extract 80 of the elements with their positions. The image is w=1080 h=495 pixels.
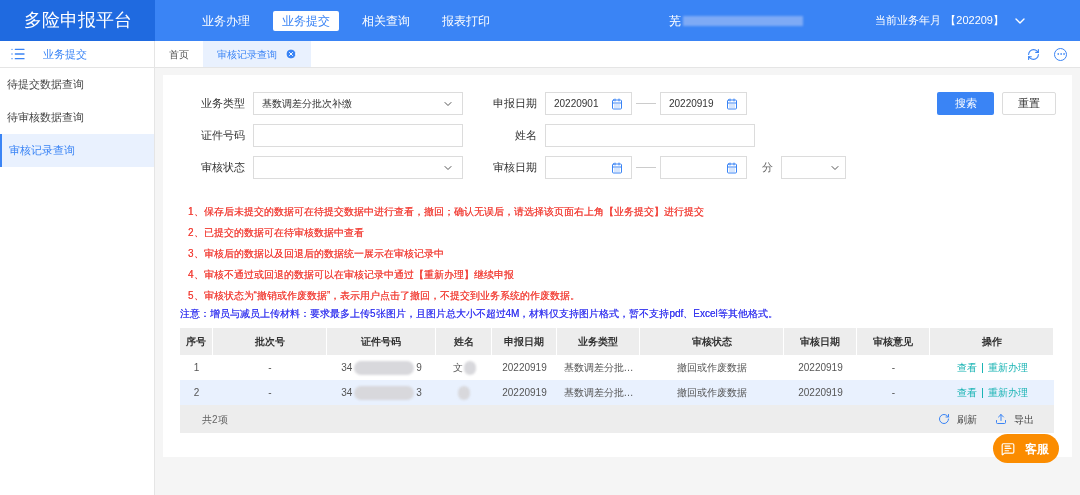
- sidebar-title: 业务提交: [43, 46, 87, 62]
- refresh-icon[interactable]: [1027, 47, 1040, 61]
- calendar-icon: [611, 97, 623, 110]
- note-text: 4、审核不通过或回退的数据可以在审核记录中通过【重新办理】继续申报: [188, 268, 514, 282]
- nav-tab[interactable]: 相关查询: [353, 10, 419, 31]
- reset-button[interactable]: 重置: [1002, 92, 1056, 115]
- table-cell-text: 文: [452, 361, 463, 375]
- field-label: 申报日期: [492, 96, 537, 112]
- input-field[interactable]: [253, 124, 463, 147]
- chat-icon: [1001, 441, 1015, 456]
- nav-tab[interactable]: 业务提交: [273, 10, 339, 31]
- table-cell-text: 20220919: [502, 361, 547, 375]
- table-cell-text: -: [891, 386, 896, 400]
- table-cell-text: 撤回或作废数据: [677, 361, 747, 375]
- table-cell-text: 34: [341, 386, 353, 400]
- table-cell-text: 20220919: [798, 361, 843, 375]
- export-control[interactable]: 导出: [995, 411, 1034, 427]
- table-cell-text: 9: [416, 361, 422, 375]
- table-cell-text: 基数调差分批…: [563, 361, 634, 375]
- total-count: 共2项: [202, 412, 228, 427]
- calendar-icon: [611, 161, 623, 174]
- field-label: 审核状态: [200, 160, 245, 176]
- nav-tab[interactable]: 报表打印: [433, 10, 499, 31]
- date-field[interactable]: [660, 156, 747, 179]
- customer-service-button[interactable]: 客服: [993, 434, 1059, 463]
- sidebar-item[interactable]: 待审核数据查询: [0, 101, 154, 134]
- table-cell-text: 3: [416, 386, 422, 400]
- blurred-area: [354, 385, 415, 400]
- table-cell-text: 2: [193, 386, 200, 400]
- table-cell-text: 1: [193, 361, 200, 375]
- sidebar-item[interactable]: 审核记录查询: [0, 134, 154, 167]
- field-label: 业务类型: [200, 96, 245, 112]
- date-field[interactable]: 20220901: [545, 92, 632, 115]
- close-icon[interactable]: [285, 48, 297, 60]
- table-cell-text: 34: [341, 361, 353, 375]
- note-text: 1、保存后未提交的数据可在待提交数据中进行查看，撤回；确认无误后，请选择该页面右上角【业务提交】进行提交: [188, 205, 704, 219]
- table-cell-text: -: [268, 386, 272, 400]
- review-status-select[interactable]: [253, 156, 463, 179]
- period-value: 【202209】: [945, 13, 1004, 29]
- action-link[interactable]: 查看: [956, 385, 977, 400]
- action-link[interactable]: 重新办理: [987, 360, 1028, 375]
- menu-icon[interactable]: [10, 46, 26, 62]
- table-row[interactable]: 2 - 34 3 20220919 基数调差分批… 撤回或作废数据 20220919 - 查看 重新办理: [180, 380, 1054, 405]
- page-tab[interactable]: 首页: [155, 41, 203, 67]
- blurred-area: [354, 360, 415, 375]
- unit-label: 分: [762, 160, 773, 176]
- table-cell-text: 基数调差分批…: [563, 386, 634, 400]
- page-tab[interactable]: 审核记录查询: [203, 41, 311, 67]
- calendar-icon: [726, 97, 738, 110]
- blurred-area: [463, 360, 476, 375]
- business-type-select[interactable]: 基数调差分批次补缴: [253, 92, 463, 115]
- date-field[interactable]: [545, 156, 632, 179]
- user-name: 芜: [669, 12, 682, 30]
- blurred-area: [458, 385, 470, 400]
- note-text: 3、审核后的数据以及回退后的数据统一展示在审核记录中: [188, 247, 444, 261]
- period-label: 当前业务年月: [875, 13, 942, 29]
- nav-tab[interactable]: 业务办理: [193, 10, 259, 31]
- table-cell-text: 20220919: [798, 386, 843, 400]
- date-field[interactable]: 20220919: [660, 92, 747, 115]
- note-text: 2、已提交的数据可在待审核数据中查看: [188, 226, 364, 240]
- table-cell-text: -: [891, 361, 896, 375]
- table-cell-text: -: [268, 361, 272, 375]
- table-cell-text: 撤回或作废数据: [677, 386, 747, 400]
- input-field[interactable]: [545, 124, 755, 147]
- refresh-control[interactable]: 刷新: [938, 411, 977, 427]
- note-text: 5、审核状态为“撤销或作废数据”，表示用户点击了撤回，不提交到业务系统的作废数据。: [188, 289, 581, 303]
- table-cell-text: 20220919: [502, 386, 547, 400]
- search-button[interactable]: 搜索: [937, 92, 994, 115]
- action-link[interactable]: 重新办理: [987, 385, 1028, 400]
- action-link[interactable]: 查看: [956, 360, 977, 375]
- field-label: 证件号码: [200, 128, 245, 144]
- field-label: 姓名: [514, 128, 537, 144]
- upload-icon: [995, 413, 1007, 425]
- refresh-icon: [938, 413, 950, 425]
- unit-select[interactable]: [781, 156, 846, 179]
- note-text: 注意：增员与减员上传材料：要求最多上传5张图片，且图片总大小不超过4M，材料仅支持图片格式，暂不支持pdf、Excel等其他格式。: [180, 307, 778, 321]
- sidebar-item[interactable]: 待提交数据查询: [0, 68, 154, 101]
- calendar-icon: [726, 161, 738, 174]
- platform-title: 多险申报平台: [0, 0, 155, 41]
- field-label: 审核日期: [492, 160, 537, 176]
